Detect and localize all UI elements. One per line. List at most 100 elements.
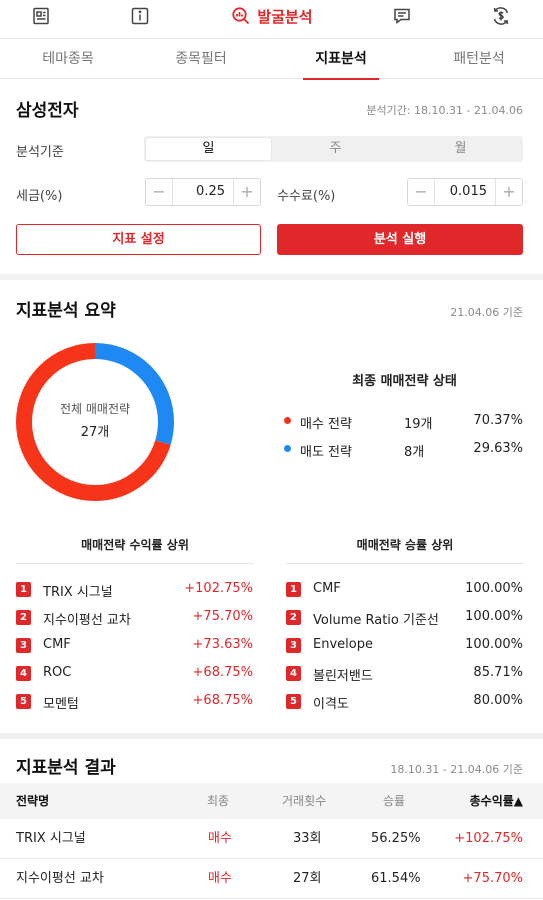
basis-label: 분석기준 [16, 145, 64, 160]
top-navigation: 발굴분석 [0, 0, 543, 32]
rank-badge: 5 [286, 694, 301, 709]
win-rank-item[interactable]: 3 Envelope 100.00% [286, 636, 523, 656]
strategy-return: +73.63% [192, 637, 253, 652]
col-trades[interactable]: 거래횟수 [282, 783, 326, 819]
strategy-win-rate: 100.00% [465, 637, 523, 652]
exchange-icon[interactable] [489, 4, 513, 28]
rank-badge: 5 [16, 694, 31, 709]
rank-badge: 2 [286, 610, 301, 625]
buy-strategy-percent: 70.37% [473, 413, 523, 428]
row-total-return: +102.75% [454, 831, 523, 846]
indicator-settings-button[interactable]: 지표 설정 [16, 224, 261, 255]
fee-decrement-button[interactable]: − [408, 179, 434, 205]
strategy-name: TRIX 시그널 [43, 585, 113, 600]
win-rank-item[interactable]: 4 볼린저밴드 85.71% [286, 664, 523, 684]
row-trades: 33회 [293, 831, 322, 846]
basis-option-month[interactable]: 월 [398, 136, 523, 162]
donut-label: 전체 매매전략 [59, 402, 131, 416]
tax-value-input[interactable]: 0.25 [172, 179, 234, 205]
strategy-name: 볼린저밴드 [313, 669, 373, 684]
row-strategy-name: TRIX 시그널 [16, 831, 86, 846]
win-rank-item[interactable]: 5 이격도 80.00% [286, 692, 523, 712]
row-win-rate: 56.25% [371, 831, 421, 846]
row-total-return: +75.70% [462, 871, 523, 886]
tax-stepper: − 0.25 + [145, 178, 261, 206]
strategy-name: 이격도 [313, 697, 349, 712]
active-nav-label: 발굴분석 [257, 7, 313, 26]
win-rank-item[interactable]: 1 CMF 100.00% [286, 580, 523, 600]
col-final[interactable]: 최종 [207, 783, 229, 819]
strategy-name: ROC [43, 665, 72, 680]
basis-option-day[interactable]: 일 [146, 138, 271, 160]
buy-strategy-row: 매수 전략 19개 70.37% [284, 411, 523, 432]
strategy-name: Volume Ratio 기준선 [313, 613, 439, 628]
strategy-name: Envelope [313, 637, 373, 652]
summary-asof: 21.04.06 기준 [450, 306, 523, 319]
col-strategy-name[interactable]: 전략명 [16, 783, 49, 819]
results-title: 지표분석 결과 [16, 758, 116, 778]
stock-name: 삼성전자 [16, 101, 79, 121]
rank-badge: 2 [16, 610, 31, 625]
section-divider [0, 733, 543, 739]
fee-stepper: − 0.015 + [407, 178, 523, 206]
strategy-return: +75.70% [192, 609, 253, 624]
strategy-return: +102.75% [184, 581, 253, 596]
strategy-win-rate: 100.00% [465, 609, 523, 624]
strategy-name: CMF [313, 581, 341, 596]
info-icon[interactable] [129, 4, 151, 28]
strategy-win-rate: 100.00% [465, 581, 523, 596]
row-final: 매수 [208, 831, 232, 846]
tab-active-discovery[interactable]: 발굴분석 [226, 4, 318, 28]
results-period: 18.10.31 - 21.04.06 기준 [390, 763, 523, 776]
donut-center: 전체 매매전략 27개 [16, 400, 174, 440]
row-final: 매수 [208, 871, 232, 886]
chat-icon[interactable] [391, 4, 413, 28]
win-rank-title: 매매전략 승률 상위 [286, 536, 524, 564]
col-total-return[interactable]: 총수익률▲ [470, 783, 523, 819]
tab-pattern-analysis[interactable]: 패턴분석 [411, 39, 543, 79]
strategy-name: 모멘텀 [43, 697, 79, 712]
buy-strategy-count: 19개 [404, 417, 433, 432]
profit-rank-item[interactable]: 2 지수이평선 교차 +75.70% [16, 608, 253, 628]
sell-strategy-label: 매도 전략 [300, 445, 352, 460]
basis-option-week[interactable]: 주 [273, 136, 398, 162]
profit-rank-item[interactable]: 1 TRIX 시그널 +102.75% [16, 580, 253, 600]
tab-stock-filter[interactable]: 종목필터 [133, 39, 269, 79]
discovery-search-icon [232, 7, 250, 25]
profit-rank-item[interactable]: 4 ROC +68.75% [16, 664, 253, 684]
fee-value-input[interactable]: 0.015 [434, 179, 496, 205]
sell-strategy-count: 8개 [404, 445, 425, 460]
win-rank-item[interactable]: 2 Volume Ratio 기준선 100.00% [286, 608, 523, 628]
tax-decrement-button[interactable]: − [146, 179, 172, 205]
table-row[interactable]: 지수이평선 교차 매수 27회 61.54% +75.70% [0, 859, 543, 899]
run-analysis-button[interactable]: 분석 실행 [277, 224, 523, 255]
fee-label: 수수료(%) [277, 189, 336, 204]
donut-total: 27개 [80, 425, 110, 440]
profit-rank-title: 매매전략 수익률 상위 [16, 536, 254, 564]
rank-badge: 1 [286, 582, 301, 597]
newspaper-icon[interactable] [30, 4, 52, 28]
final-status-title: 최종 매매전략 상태 [352, 374, 457, 389]
strategy-return: +68.75% [192, 665, 253, 680]
summary-title: 지표분석 요약 [16, 301, 116, 321]
strategy-win-rate: 85.71% [473, 665, 523, 680]
strategy-return: +68.75% [192, 693, 253, 708]
rank-badge: 3 [16, 638, 31, 653]
profit-rank-item[interactable]: 5 모멘텀 +68.75% [16, 692, 253, 712]
profit-rank-item[interactable]: 3 CMF +73.63% [16, 636, 253, 656]
strategy-name: CMF [43, 637, 71, 652]
strategy-win-rate: 80.00% [473, 693, 523, 708]
rank-badge: 1 [16, 582, 31, 597]
tab-theme-stocks[interactable]: 테마종목 [0, 39, 136, 79]
tax-label: 세금(%) [16, 189, 63, 204]
row-win-rate: 61.54% [371, 871, 421, 886]
sell-legend-dot [284, 445, 291, 452]
sell-strategy-percent: 29.63% [473, 441, 523, 456]
buy-strategy-label: 매수 전략 [300, 417, 352, 432]
tax-increment-button[interactable]: + [234, 179, 260, 205]
rank-badge: 4 [286, 666, 301, 681]
tab-indicator-analysis[interactable]: 지표분석 [273, 39, 409, 80]
table-row[interactable]: TRIX 시그널 매수 33회 56.25% +102.75% [0, 819, 543, 859]
fee-increment-button[interactable]: + [496, 179, 522, 205]
col-win-rate[interactable]: 승률 [383, 783, 405, 819]
